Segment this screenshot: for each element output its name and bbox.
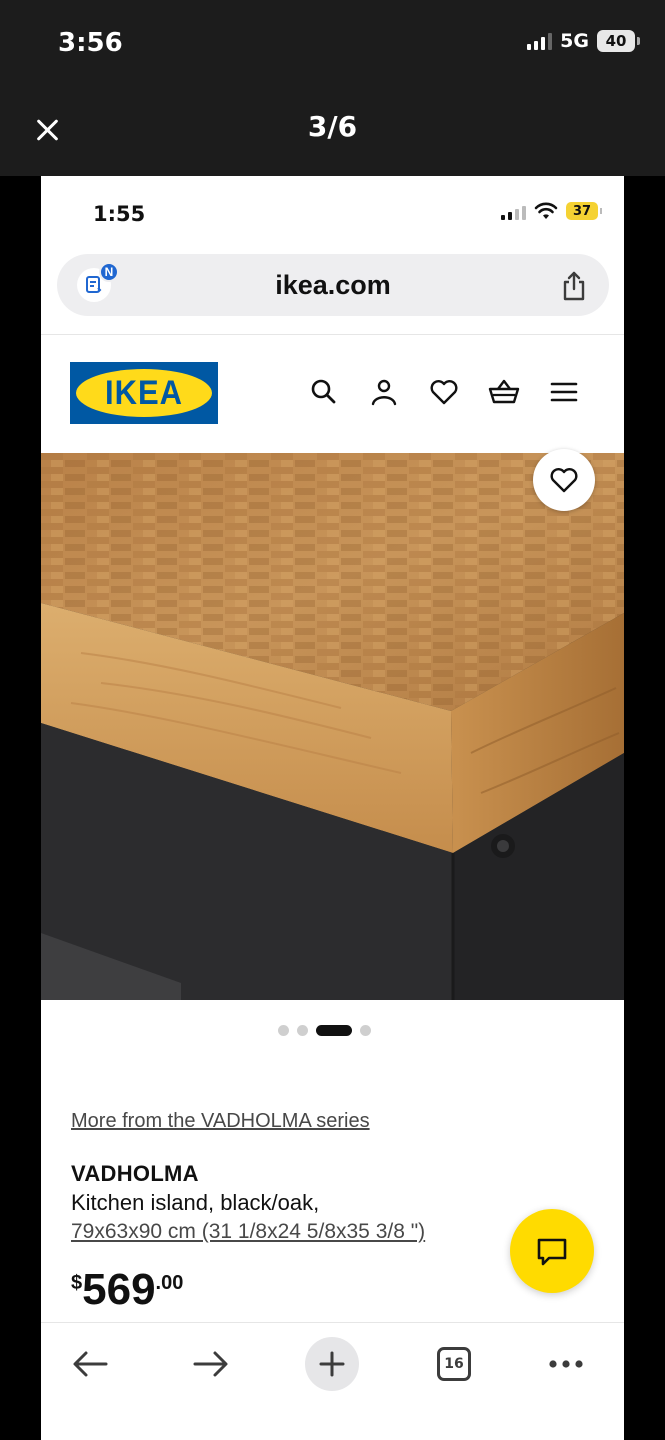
tabs-button[interactable]: 16 [429,1339,479,1389]
viewer-status-bar: 3:56 5G 40 [0,0,665,88]
forward-arrow-icon [193,1351,228,1377]
device-status-bar: 1:55 37 [41,176,624,248]
new-tab-button[interactable] [305,1337,359,1391]
more-button[interactable] [541,1339,591,1389]
price-decimals: .00 [155,1272,184,1294]
chat-icon [537,1238,567,1266]
logo-text: IKEA [104,373,184,412]
site-header: IKEA [41,335,624,453]
product-description: Kitchen island, black/oak, [71,1190,320,1215]
logo-oval: IKEA [76,369,212,417]
signal-icon [527,32,553,50]
address-bar[interactable]: N ikea.com [57,254,609,316]
series-link[interactable]: More from the VADHOLMA series [71,1110,370,1133]
back-arrow-icon [73,1351,108,1377]
viewer-status-time: 3:56 [58,28,123,58]
carousel-dot[interactable] [278,1024,289,1036]
viewer-status-indicators: 5G 40 [527,30,640,52]
share-icon[interactable] [559,270,589,302]
forward-button[interactable] [186,1339,236,1389]
menu-icon[interactable] [547,375,581,409]
carousel-dot[interactable] [297,1024,308,1036]
device-status-indicators: 37 [501,202,602,220]
ikea-logo[interactable]: IKEA [70,362,218,424]
price-whole: 569 [82,1265,156,1314]
basket-icon[interactable] [487,375,521,409]
carousel-indicator [278,1023,371,1037]
url-text[interactable]: ikea.com [57,270,609,301]
product-image[interactable] [41,453,624,1000]
product-name: VADHOLMA [71,1161,199,1186]
heart-icon[interactable] [427,375,461,409]
plus-icon [319,1351,345,1377]
image-counter: 3/6 [307,110,358,143]
more-icon [549,1360,583,1368]
tabs-count: 16 [437,1347,471,1381]
carousel-dot[interactable] [360,1024,371,1036]
price-currency: $ [71,1272,83,1294]
heart-icon [550,468,578,493]
device-status-time: 1:55 [93,202,146,226]
viewer-header: 3/6 [0,88,665,176]
product-price: $ 569 .00 [71,1266,183,1314]
battery-icon: 40 [597,30,640,52]
signal-icon [501,202,526,220]
battery-icon: 37 [566,202,602,220]
account-icon[interactable] [367,375,401,409]
favorite-button[interactable] [533,449,595,511]
chat-button[interactable] [510,1209,594,1293]
wifi-icon [534,202,558,219]
carousel-dot-active[interactable] [316,1024,352,1036]
network-label: 5G [560,30,589,52]
screenshot-content: 1:55 37 N ikea.com IKEA More from the VA… [41,176,624,1440]
search-icon[interactable] [307,375,341,409]
back-button[interactable] [65,1339,115,1389]
browser-toolbar: 16 [41,1322,624,1440]
product-dimensions-link[interactable]: 79x63x90 cm (31 1/8x24 5/8x35 3/8 ") [71,1220,425,1244]
